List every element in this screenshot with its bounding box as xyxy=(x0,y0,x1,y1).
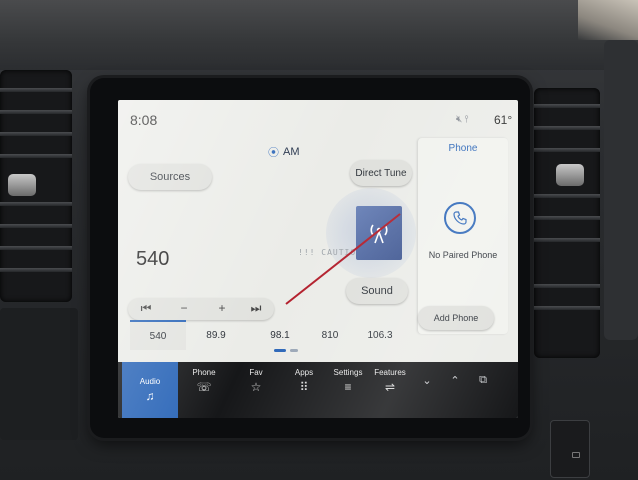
infotainment-screen: 8:08 🔇︎⫯ 61° ⦿ AM Sources Direct Tune 54… xyxy=(118,100,518,418)
current-frequency: 540 xyxy=(136,248,170,270)
left-vent-knob[interactable] xyxy=(8,174,36,196)
dock-audio[interactable]: Audio ♫ xyxy=(122,362,178,418)
dock-features-label: Features xyxy=(374,368,406,377)
preset-2[interactable]: 89.9 xyxy=(188,320,244,350)
preset-5[interactable]: 106.3 xyxy=(352,320,408,350)
chevron-up-icon[interactable]: ⌃ xyxy=(444,374,466,390)
left-air-vent xyxy=(0,70,72,302)
right-side-panel xyxy=(604,40,638,340)
outside-temperature: 61° xyxy=(494,113,513,127)
dock-apps-label: Apps xyxy=(294,368,314,377)
dashboard-top xyxy=(0,0,638,70)
band-label: AM xyxy=(283,146,300,158)
handset-icon xyxy=(453,211,467,225)
dock-audio-label: Audio xyxy=(139,377,161,386)
seek-forward-icon[interactable]: ⏭ xyxy=(248,301,264,316)
hazard-switch[interactable] xyxy=(550,420,590,478)
preset-3[interactable]: 98.1 xyxy=(252,320,308,350)
sliders-icon: ≡ xyxy=(344,380,352,394)
preset-page-indicator xyxy=(274,349,302,352)
dock-phone[interactable]: Phone ☏ xyxy=(180,368,228,412)
antenna-icon: ⫯ xyxy=(464,114,471,125)
band-indicator: ⦿ AM xyxy=(268,144,300,160)
dock-settings[interactable]: Settings ≡ xyxy=(324,368,372,412)
phone-icon xyxy=(444,202,476,234)
no-paired-phone-text: No Paired Phone xyxy=(428,250,498,260)
chevron-down-icon[interactable]: ⌄ xyxy=(416,374,438,390)
dock-apps[interactable]: Apps ⠿ xyxy=(280,368,328,412)
sound-button[interactable]: Sound xyxy=(346,278,408,304)
grid-icon: ⠿ xyxy=(299,380,309,394)
radio-signal-icon: ⦿ xyxy=(268,147,279,159)
sources-button[interactable]: Sources xyxy=(128,164,212,190)
dock-features[interactable]: Features ⇌ xyxy=(366,368,414,412)
car-icon: ⇌ xyxy=(384,380,396,394)
phone-handset-icon: ☏ xyxy=(196,380,212,394)
right-air-vent xyxy=(534,88,600,358)
status-icons: 🔇︎⫯ xyxy=(456,114,471,125)
phone-panel: Phone No Paired Phone Add Phone xyxy=(418,138,508,334)
switch-symbol-icon xyxy=(572,452,580,458)
tune-down-button[interactable]: − xyxy=(176,301,192,315)
right-vent-knob[interactable] xyxy=(556,164,584,186)
lower-left-panel xyxy=(0,308,78,440)
star-icon: ☆ xyxy=(250,380,262,394)
tune-up-button[interactable]: + xyxy=(214,301,230,315)
dock-fav[interactable]: Fav ☆ xyxy=(232,368,280,412)
dock-settings-label: Settings xyxy=(333,368,363,377)
window-corner xyxy=(578,0,638,40)
seek-back-icon[interactable]: ⏮ xyxy=(138,301,154,316)
preset-4[interactable]: 810 xyxy=(302,320,358,350)
preset-bar: 540 89.9 98.1 810 106.3 xyxy=(130,320,422,352)
clock: 8:08 xyxy=(130,112,158,128)
add-phone-button[interactable]: Add Phone xyxy=(418,306,494,330)
bottom-dock: Audio ♫ Phone ☏ Fav ☆ Apps ⠿ Settings ≡ … xyxy=(118,362,518,418)
preset-1[interactable]: 540 xyxy=(130,320,186,350)
dock-fav-label: Fav xyxy=(249,368,263,377)
transport-controls: ⏮ − + ⏭ xyxy=(128,298,274,320)
window-switch-icon[interactable]: ⧉ xyxy=(472,374,494,390)
music-note-icon: ♫ xyxy=(145,389,155,403)
phone-panel-title: Phone xyxy=(448,143,478,154)
direct-tune-button[interactable]: Direct Tune xyxy=(350,160,412,186)
dock-phone-label: Phone xyxy=(192,368,216,377)
